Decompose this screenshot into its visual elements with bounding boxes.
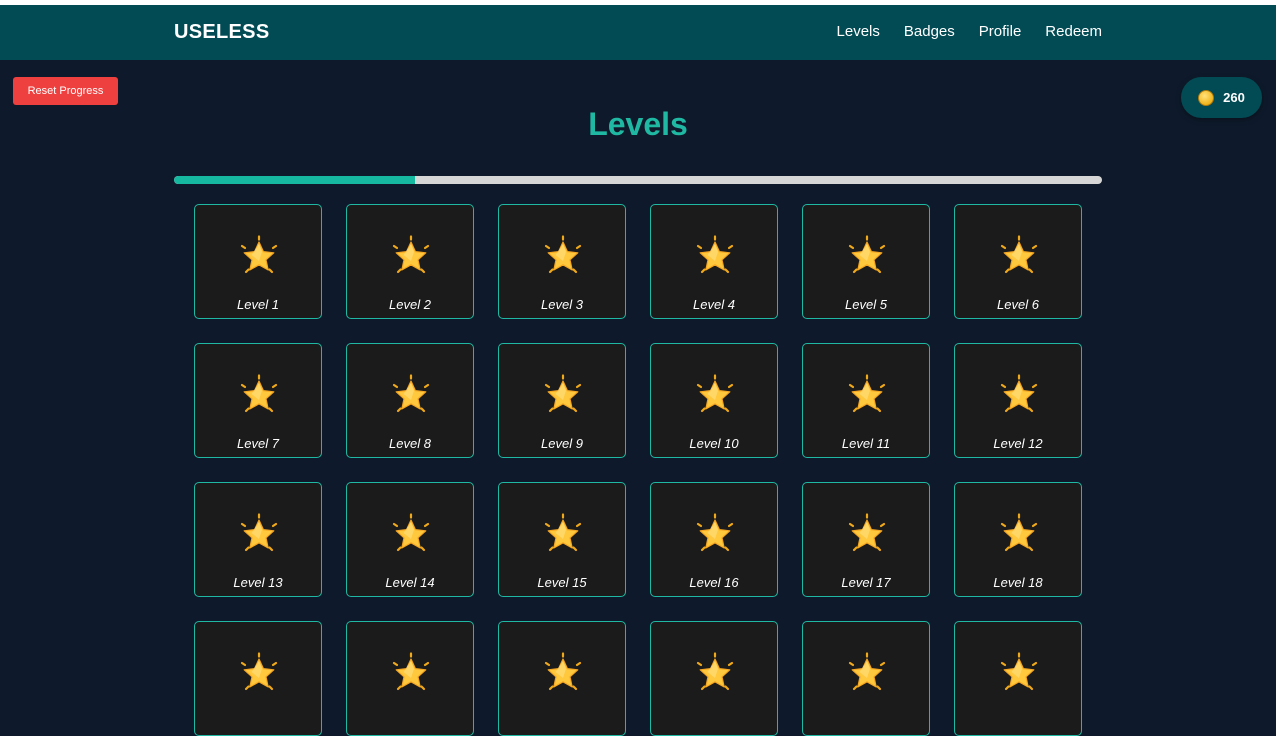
level-card-label: Level 5	[845, 297, 887, 312]
nav-link-levels[interactable]: Levels	[837, 23, 880, 40]
level-card[interactable]	[346, 621, 474, 736]
level-card-label: Level 18	[993, 575, 1043, 590]
level-card-label: Level 14	[385, 575, 435, 590]
level-card[interactable]: Level 15	[498, 482, 626, 597]
level-card[interactable]: Level 17	[802, 482, 930, 597]
nav-link-badges[interactable]: Badges	[904, 23, 955, 40]
star-icon	[1000, 374, 1038, 413]
level-card[interactable]: Level 12	[954, 343, 1082, 458]
level-card-label: Level 10	[689, 436, 739, 451]
level-card-label: Level 2	[389, 297, 431, 312]
progress-bar	[174, 176, 1102, 184]
level-card[interactable]: Level 7	[194, 343, 322, 458]
star-icon	[544, 513, 582, 552]
page-title: Levels	[588, 106, 688, 142]
level-card[interactable]: Level 1	[194, 204, 322, 319]
level-card[interactable]: Level 5	[802, 204, 930, 319]
level-card-label: Level 9	[541, 436, 583, 451]
level-card[interactable]: Level 6	[954, 204, 1082, 319]
level-card[interactable]: Level 4	[650, 204, 778, 319]
brand-logo[interactable]: USELESS	[174, 21, 269, 44]
star-icon	[544, 235, 582, 274]
star-icon	[240, 513, 278, 552]
level-card[interactable]: Level 13	[194, 482, 322, 597]
level-card-label: Level 6	[997, 297, 1039, 312]
star-icon	[696, 374, 734, 413]
level-card[interactable]: Level 3	[498, 204, 626, 319]
level-card[interactable]: Level 9	[498, 343, 626, 458]
star-icon	[240, 235, 278, 274]
star-icon	[1000, 235, 1038, 274]
level-card-label: Level 17	[841, 575, 891, 590]
level-card[interactable]: Level 16	[650, 482, 778, 597]
star-icon	[696, 513, 734, 552]
star-icon	[848, 513, 886, 552]
nav-links: Levels Badges Profile Redeem	[837, 23, 1102, 40]
level-card-label: Level 4	[693, 297, 735, 312]
level-card-label: Level 8	[389, 436, 431, 451]
level-card-label: Level 11	[841, 436, 891, 451]
navbar: USELESS Levels Badges Profile Redeem	[0, 5, 1276, 60]
level-card-label: Level 7	[237, 436, 279, 451]
star-icon	[392, 374, 430, 413]
star-icon	[848, 235, 886, 274]
level-card[interactable]	[498, 621, 626, 736]
level-card-label: Level 12	[993, 436, 1043, 451]
level-grid: Level 1 Level 2 Level 3 Level 4 Level 5 …	[194, 204, 1082, 736]
level-card[interactable]: Level 11	[802, 343, 930, 458]
level-card-label: Level 15	[537, 575, 587, 590]
nav-link-redeem[interactable]: Redeem	[1045, 23, 1102, 40]
level-card[interactable]	[802, 621, 930, 736]
progress-bar-fill	[174, 176, 416, 184]
level-card-label: Level 13	[233, 575, 283, 590]
level-card[interactable]: Level 14	[346, 482, 474, 597]
level-card-label: Level 16	[689, 575, 739, 590]
level-card-label: Level 1	[237, 297, 279, 312]
level-card[interactable]: Level 10	[650, 343, 778, 458]
star-icon	[392, 513, 430, 552]
level-card[interactable]	[194, 621, 322, 736]
nav-link-profile[interactable]: Profile	[979, 23, 1022, 40]
star-icon	[1000, 513, 1038, 552]
coin-count: 260	[1223, 90, 1245, 105]
reset-progress-button[interactable]: Reset Progress	[13, 77, 118, 105]
level-card-label: Level 3	[541, 297, 583, 312]
level-card[interactable]	[954, 621, 1082, 736]
level-card[interactable]: Level 8	[346, 343, 474, 458]
star-icon	[848, 374, 886, 413]
coin-icon	[1198, 89, 1215, 106]
star-icon	[392, 235, 430, 274]
star-icon	[696, 235, 734, 274]
level-card[interactable]: Level 2	[346, 204, 474, 319]
star-icon	[240, 374, 278, 413]
level-card[interactable]	[650, 621, 778, 736]
star-icon	[544, 374, 582, 413]
level-card[interactable]: Level 18	[954, 482, 1082, 597]
